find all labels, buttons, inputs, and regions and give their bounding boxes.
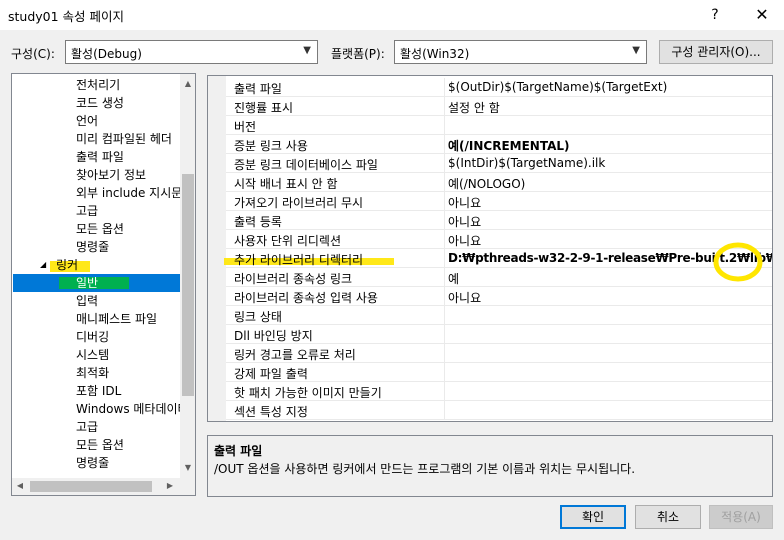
property-row[interactable]: 진행률 표시 설정 안 함 — [226, 97, 772, 116]
tree-item[interactable]: Windows 메타데이터 — [76, 400, 189, 418]
tree-item[interactable]: 미리 컴파일된 헤더 — [76, 130, 172, 148]
scroll-thumb[interactable] — [182, 174, 194, 396]
tree-item[interactable]: 고급 — [76, 202, 98, 220]
close-button[interactable]: ✕ — [740, 0, 784, 30]
platform-combo[interactable]: 활성(Win32) ▼ — [394, 40, 647, 64]
config-value: 활성(Debug) — [71, 47, 142, 61]
help-button[interactable]: ? — [700, 0, 730, 30]
apply-button[interactable]: 적용(A) — [709, 505, 773, 529]
tree-item[interactable]: 언어 — [76, 112, 98, 130]
platform-value: 활성(Win32) — [400, 47, 470, 61]
tree-item[interactable]: 코드 생성 — [76, 94, 124, 112]
property-row[interactable]: 출력 파일 $(OutDir)$(TargetName)$(TargetExt) — [226, 78, 772, 97]
description-text: /OUT 옵션을 사용하면 링커에서 만드는 프로그램의 기본 이름과 위치는 … — [214, 462, 636, 476]
tree-item[interactable]: 시스템 — [76, 346, 109, 364]
tree-item[interactable]: 매니페스트 파일 — [76, 310, 157, 328]
tree-item[interactable]: 포함 IDL — [76, 382, 121, 400]
platform-label: 플랫폼(P): — [331, 47, 385, 61]
annotation-circle — [713, 242, 763, 282]
tree-item[interactable]: 입력 — [76, 292, 98, 310]
tree-item[interactable]: 명령줄 — [76, 454, 109, 472]
window-title: study01 속성 페이지 — [8, 9, 125, 24]
tree-item[interactable]: 고급 — [76, 418, 98, 436]
tree-item[interactable]: 전처리기 — [76, 76, 120, 94]
config-combo[interactable]: 활성(Debug) ▼ — [65, 40, 318, 64]
tree-item[interactable]: 명령줄 — [76, 238, 109, 256]
tree-item[interactable]: 모든 옵션 — [76, 220, 124, 238]
scroll-left-icon[interactable]: ◀ — [12, 478, 28, 494]
tree-item[interactable]: 찾아보기 정보 — [76, 166, 146, 184]
config-label: 구성(C): — [11, 47, 55, 61]
scroll-right-icon[interactable]: ▶ — [162, 478, 178, 494]
property-row[interactable]: 링크 상태 — [226, 306, 772, 325]
tree-item[interactable]: 최적화 — [76, 364, 109, 382]
tree-item-linker[interactable]: 링커 — [56, 256, 78, 274]
tree-horizontal-scrollbar[interactable]: ◀ ▶ — [12, 478, 195, 495]
property-row-additional-lib-dirs[interactable]: 추가 라이브러리 디렉터리 D:₩pthreads-w32-2-9-1-relea… — [224, 249, 772, 268]
scroll-up-icon[interactable]: ▲ — [180, 76, 195, 92]
ok-button[interactable]: 확인 — [560, 505, 626, 529]
chevron-down-icon: ▼ — [303, 45, 311, 56]
property-row[interactable]: 시작 배너 표시 안 함 예(/NOLOGO) — [226, 173, 772, 192]
tree-item[interactable]: 출력 파일 — [76, 148, 124, 166]
scroll-thumb[interactable] — [30, 481, 152, 492]
cancel-button[interactable]: 취소 — [635, 505, 701, 529]
tree-item[interactable]: 외부 include 지시문 — [76, 184, 182, 202]
tree-item-linker-general-selected[interactable]: 일반 — [13, 274, 180, 292]
description-panel: 출력 파일 /OUT 옵션을 사용하면 링커에서 만드는 프로그램의 기본 이름… — [207, 435, 773, 497]
property-row[interactable]: 라이브러리 종속성 링크 예 — [226, 268, 772, 287]
property-row[interactable]: 버전 — [226, 116, 772, 135]
grid-margin — [208, 76, 226, 421]
property-row[interactable]: 가져오기 라이브러리 무시 아니요 — [226, 192, 772, 211]
config-manager-button[interactable]: 구성 관리자(O)... — [659, 40, 773, 64]
property-row[interactable]: 증분 링크 사용 예(/INCREMENTAL) — [226, 135, 772, 154]
chevron-down-icon: ▼ — [632, 45, 640, 56]
tree-item[interactable]: 모든 옵션 — [76, 436, 124, 454]
property-row[interactable]: 섹션 특성 지정 — [226, 401, 772, 420]
property-row[interactable]: 핫 패치 가능한 이미지 만들기 — [226, 382, 772, 401]
tree-item[interactable]: 디버깅 — [76, 328, 109, 346]
property-row[interactable]: 강제 파일 출력 — [226, 363, 772, 382]
property-grid[interactable]: 출력 파일 $(OutDir)$(TargetName)$(TargetExt) … — [207, 75, 773, 422]
expand-arrow-icon[interactable]: ◢ — [40, 256, 46, 274]
scroll-down-icon[interactable]: ▼ — [180, 460, 195, 476]
category-tree[interactable]: 전처리기 코드 생성 언어 미리 컴파일된 헤더 출력 파일 찾아보기 정보 외… — [11, 73, 196, 496]
property-row[interactable]: 링커 경고를 오류로 처리 — [226, 344, 772, 363]
property-row[interactable]: Dll 바인딩 방지 — [226, 325, 772, 344]
property-row[interactable]: 증분 링크 데이터베이스 파일 $(IntDir)$(TargetName).il… — [226, 154, 772, 173]
tree-item-label: 일반 — [76, 276, 99, 290]
property-row[interactable]: 사용자 단위 리디렉션 아니요 — [226, 230, 772, 249]
property-row[interactable]: 라이브러리 종속성 입력 사용 아니요 — [226, 287, 772, 306]
property-row[interactable]: 출력 등록 아니요 — [226, 211, 772, 230]
description-title: 출력 파일 — [214, 444, 263, 458]
title-bar: study01 속성 페이지 ? ✕ — [0, 0, 784, 30]
tree-vertical-scrollbar[interactable]: ▲ ▼ — [180, 74, 195, 478]
